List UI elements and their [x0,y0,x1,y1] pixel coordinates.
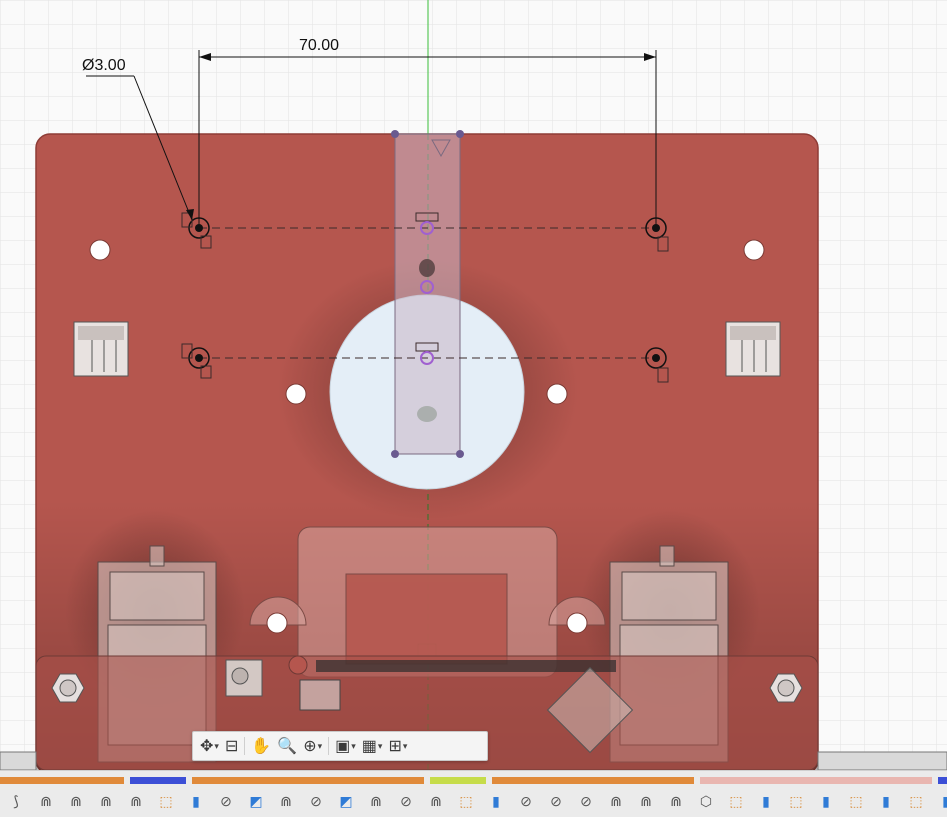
camera-bracket[interactable] [249,526,606,678]
timeline-group-bar[interactable] [938,777,947,784]
feature-icon[interactable]: ⋒ [274,789,298,813]
zoom-icon: 🔍 [277,738,298,755]
timeline-group-bar[interactable] [130,777,186,784]
mounting-hole[interactable] [89,239,111,261]
mounting-hole[interactable] [288,655,308,675]
dimension-diameter-label[interactable]: Ø3.00 [82,57,126,74]
feature-icon[interactable]: ⋒ [94,789,118,813]
display-settings-icon: ▣ [335,738,351,755]
feature-icon[interactable]: ⋒ [424,789,448,813]
look-at-icon: ⊟ [224,738,239,755]
feature-icon[interactable]: ⋒ [604,789,628,813]
mount-strip[interactable] [394,133,461,455]
display-settings-button[interactable]: ▣ ▾ [332,734,359,758]
joint-icon[interactable]: ⊘ [304,789,328,813]
toolbar-separator [328,737,330,755]
wheel-left [0,751,37,770]
box-icon[interactable]: ⬡ [694,789,718,813]
feature-icon[interactable]: ⋒ [634,789,658,813]
viewports-button[interactable]: ⊞ ▾ [385,734,410,758]
timeline-group-bar[interactable] [430,777,486,784]
feature-icon[interactable]: ⋒ [124,789,148,813]
sketch-point[interactable] [391,450,399,458]
toolbar-separator [244,737,246,755]
strip-hole [419,259,435,277]
dropdown-caret-icon[interactable]: ▾ [318,741,323,752]
sketch-icon[interactable]: ⟆ [4,789,28,813]
sketch-hole[interactable] [652,354,660,362]
extrude-icon[interactable]: ▮ [934,789,947,813]
zoom-window-button[interactable]: ⊕ ▾ [300,734,325,758]
sketch-icon[interactable]: ⬚ [454,789,478,813]
zoom-button[interactable]: 🔍 [274,734,300,758]
mounting-hole[interactable] [546,383,568,405]
joint-icon[interactable]: ⊘ [574,789,598,813]
joint-icon[interactable]: ⊘ [544,789,568,813]
extrude-icon[interactable]: ▮ [874,789,898,813]
orbit-button[interactable]: ✥ ▾ [197,734,222,758]
extrude-icon[interactable]: ▮ [184,789,208,813]
dropdown-caret-icon[interactable]: ▾ [214,741,219,752]
timeline-groups [0,777,947,785]
grid-settings-button[interactable]: ▦ ▾ [359,734,386,758]
extrude-icon[interactable]: ▮ [484,789,508,813]
sketch-icon[interactable]: ⬚ [784,789,808,813]
canvas-viewport[interactable]: 70.00 Ø3.00 [0,0,947,770]
look-at-button[interactable]: ⊟ [222,734,241,758]
timeline-bar: ⟆ ⋒ ⋒ ⋒ ⋒ ⬚ ▮ ⊘ ◩ ⋒ ⊘ ◩ ⋒ ⊘ ⋒ ⬚ ▮ ⊘ ⊘ ⊘ ⋒ ⋒ ⋒ ⬡ ⬚ ▮ ⬚ ▮ ⬚ ▮ ⬚ ▮ [0,770,947,817]
timeline-group-bar[interactable] [192,777,424,784]
grid-settings-icon: ▦ [361,738,377,755]
pan-hand-icon: ✋ [251,738,272,755]
timeline-features: ⟆ ⋒ ⋒ ⋒ ⋒ ⬚ ▮ ⊘ ◩ ⋒ ⊘ ◩ ⋒ ⊘ ⋒ ⬚ ▮ ⊘ ⊘ ⊘ ⋒ ⋒ ⋒ ⬡ ⬚ ▮ ⬚ ▮ ⬚ ▮ ⬚ ▮ [4,789,947,813]
joint-icon[interactable]: ⊘ [214,789,238,813]
feature-icon[interactable]: ⋒ [64,789,88,813]
timeline-group-bar[interactable] [492,777,694,784]
sketch-icon[interactable]: ⬚ [844,789,868,813]
sketch-icon[interactable]: ⬚ [154,789,178,813]
component-icon[interactable]: ◩ [334,789,358,813]
pan-hand-button[interactable]: ✋ [248,734,274,758]
sketch-point[interactable] [391,130,399,138]
sketch-hole[interactable] [195,354,203,362]
extrude-icon[interactable]: ▮ [754,789,778,813]
extrude-icon[interactable]: ▮ [814,789,838,813]
viewports-icon: ⊞ [388,738,402,755]
strip-hole [417,406,437,422]
joint-icon[interactable]: ⊘ [394,789,418,813]
connector-right[interactable] [725,321,781,377]
mounting-hole[interactable] [743,239,765,261]
feature-icon[interactable]: ⋒ [34,789,58,813]
zoom-window-icon: ⊕ [303,738,317,755]
dropdown-caret-icon[interactable]: ▾ [403,741,408,752]
timeline-group-bar[interactable] [700,777,932,784]
dropdown-caret-icon[interactable]: ▾ [351,741,356,752]
feature-icon[interactable]: ⋒ [664,789,688,813]
sketch-icon[interactable]: ⬚ [724,789,748,813]
sketch-icon[interactable]: ⬚ [904,789,928,813]
dropdown-caret-icon[interactable]: ▾ [378,741,383,752]
joint-icon[interactable]: ⊘ [514,789,538,813]
mounting-hole[interactable] [285,383,307,405]
navigation-toolbar: ✥ ▾ ⊟ ✋ 🔍 ⊕ ▾ ▣ ▾ ▦ ▾ ⊞ ▾ [192,731,488,761]
sketch-point[interactable] [456,130,464,138]
feature-icon[interactable]: ⋒ [364,789,388,813]
orbit-icon: ✥ [200,738,214,755]
connector-left[interactable] [73,321,129,377]
component-icon[interactable]: ◩ [244,789,268,813]
sketch-point[interactable] [456,450,464,458]
mounting-hole[interactable] [566,612,588,634]
wheel-right [817,751,947,770]
mounting-hole[interactable] [266,612,288,634]
dimension-length-label[interactable]: 70.00 [299,37,339,54]
timeline-group-bar[interactable] [0,777,124,784]
